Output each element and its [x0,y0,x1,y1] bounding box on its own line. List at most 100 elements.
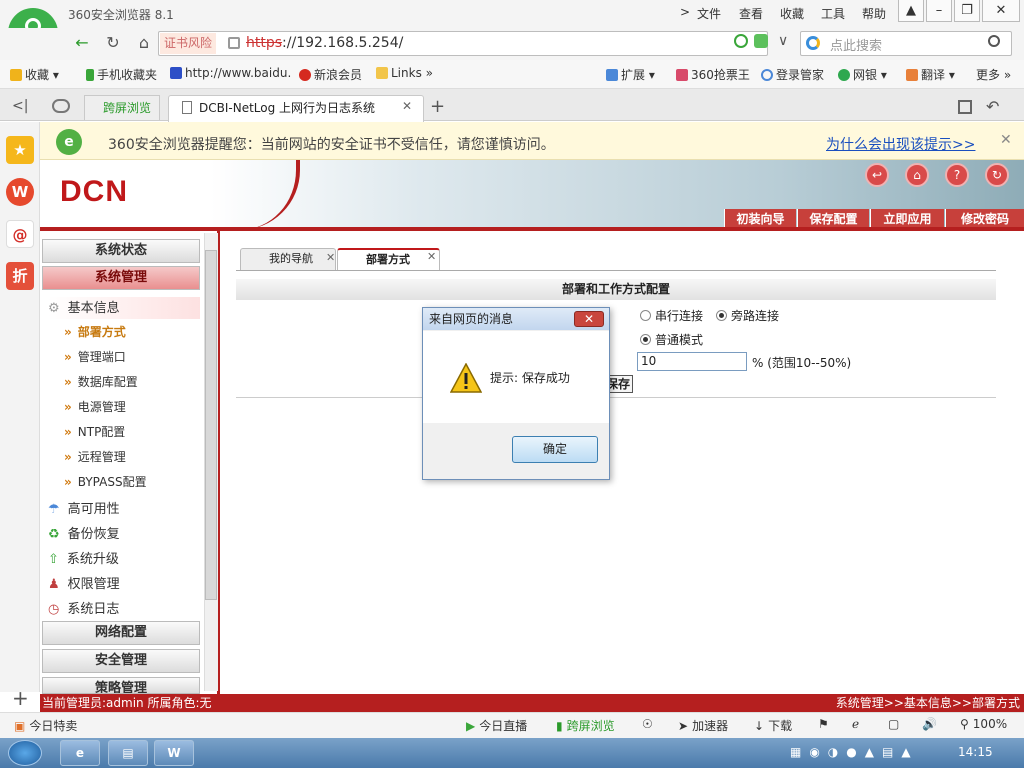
radio-bypass[interactable]: 旁路连接 [716,307,779,324]
nav-system-status[interactable]: 系统状态 [42,239,200,263]
undo-icon[interactable]: ↶ [986,97,999,116]
nav-sub-power[interactable]: » 电源管理 [64,398,126,415]
sidebar-toggle-icon[interactable]: <| [12,98,28,114]
ext-bank[interactable]: 网银 ▾ [838,66,887,83]
nav-scroll-thumb[interactable] [205,250,217,600]
tab-my-nav[interactable]: 我的导航 [240,248,336,270]
nav-group-permissions[interactable]: ♟ 权限管理 [48,573,200,592]
taskbar-folder-icon[interactable]: ▤ [108,740,148,766]
nav-security-mgmt[interactable]: 安全管理 [42,649,200,673]
nav-group-upgrade[interactable]: ⇧ 系统升级 [48,548,200,567]
ext-login[interactable]: 登录管家 [761,66,824,83]
nav-group-basic[interactable]: ⚙ 基本信息 [48,297,200,319]
mail-icon[interactable]: @ [6,220,34,248]
shirt-icon[interactable]: ▲ [898,0,924,22]
ext-ticket[interactable]: 360抢票王 [676,66,750,83]
radio-serial[interactable]: 串行连接 [640,307,703,324]
close-tab-icon[interactable]: ✕ [402,99,412,113]
ext-more[interactable]: 更多 » [976,66,1011,83]
add-side-icon[interactable]: + [12,686,29,710]
dialog-close-button[interactable]: ✕ [574,311,604,327]
tab-active[interactable]: DCBI-NetLog 上网行为日志系统 [168,95,424,122]
nav-group-logs[interactable]: ◷ 系统日志 [48,598,200,617]
compat-icon[interactable] [754,34,768,48]
speed-icon[interactable] [734,34,748,48]
warning-help-link[interactable]: 为什么会出现该提示>> [826,134,975,154]
nav-network-config[interactable]: 网络配置 [42,621,200,645]
search-engine-icon[interactable] [806,36,820,50]
content-divider [236,397,996,398]
menu-file[interactable]: 文件 [697,5,721,22]
lock-icon [228,37,240,49]
menu-favorites[interactable]: 收藏 [780,5,804,22]
restore-tab-icon[interactable] [958,100,972,114]
favorites-star-icon[interactable]: ★ [6,136,34,164]
chevron-down-icon[interactable]: ∨ [778,33,788,49]
search-icon[interactable] [988,35,1000,47]
discount-icon[interactable]: 折 [6,262,34,290]
ratio-input[interactable]: 10 [637,352,747,371]
tray-icons[interactable]: ▦◉◑●▲▤▲ [790,745,919,759]
daily-deals[interactable]: ▣ 今日特卖 [14,717,77,734]
start-button[interactable] [8,740,42,766]
home-app-icon[interactable]: ⌂ [905,163,929,187]
nav-group-ha[interactable]: ☂ 高可用性 [48,498,200,517]
menu-view[interactable]: 查看 [739,5,763,22]
search-placeholder: 点此搜索 [830,39,883,54]
screenshot-icon[interactable]: ▢ [888,717,899,731]
url-text[interactable]: https://192.168.5.254/ [246,32,403,54]
flag-icon[interactable]: ⚑ [818,717,829,731]
help-icon[interactable]: ? [945,163,969,187]
weibo-side-icon[interactable]: W [6,178,34,206]
warning-text: 360安全浏览器提醒您：当前网站的安全证书不受信任，请您谨慎访问。 [108,137,555,153]
sync-icon[interactable]: ☉ [642,717,653,731]
bookmark-favorites[interactable]: 收藏 ▾ [10,66,59,83]
radio-normal-mode[interactable]: 普通模式 [640,331,703,348]
maximize-button[interactable]: ❐ [954,0,980,22]
refresh-icon[interactable]: ↻ [101,32,125,54]
chevron-right-icon[interactable]: > [680,5,690,19]
nav-sub-remote[interactable]: » 远程管理 [64,448,126,465]
cloud-icon[interactable] [52,99,70,113]
logout-icon[interactable]: ↩ [865,163,889,187]
close-tab-my-nav-icon[interactable]: ✕ [326,251,335,264]
close-tab-deploy-icon[interactable]: ✕ [427,250,436,263]
split-browse[interactable]: ▮ 跨屏浏览 [556,717,615,734]
taskbar-clock[interactable]: 14:15 [958,745,993,759]
bookmark-links[interactable]: Links » [376,66,433,80]
home-icon[interactable]: ⌂ [132,32,156,54]
dialog-ok-button[interactable]: 确定 [512,436,598,463]
refresh-app-icon[interactable]: ↻ [985,163,1009,187]
nav-sub-deploy[interactable]: » 部署方式 [64,323,126,340]
nav-sub-mgmt-port[interactable]: » 管理端口 [64,348,126,365]
menu-help[interactable]: 帮助 [862,5,886,22]
tab-split-browse[interactable]: 跨屏浏览 [84,95,160,120]
nav-policy-mgmt[interactable]: 策略管理 [42,677,200,694]
new-tab-icon[interactable]: + [430,96,445,117]
back-icon[interactable]: ← [70,32,94,54]
ext-expand[interactable]: 扩展 ▾ [606,66,655,83]
downloads[interactable]: ↓ 下载 [754,717,792,734]
tab-deploy[interactable]: 部署方式 [337,248,440,270]
volume-icon[interactable]: 🔊 [922,717,937,731]
daily-live[interactable]: ▶ 今日直播 [466,717,527,734]
accelerator[interactable]: ➤ 加速器 [678,717,728,734]
nav-sub-bypass[interactable]: » BYPASS配置 [64,473,147,490]
taskbar-browser-icon[interactable]: e [60,740,100,766]
nav-system-management[interactable]: 系统管理 [42,266,200,290]
ext-translate[interactable]: 翻译 ▾ [906,66,955,83]
menu-tools[interactable]: 工具 [821,5,845,22]
cert-warning-badge[interactable]: 证书风险 [160,33,217,54]
bookmark-sina[interactable]: 新浪会员 [299,66,362,83]
nav-group-backup[interactable]: ♻ 备份恢复 [48,523,200,542]
nav-sub-database[interactable]: » 数据库配置 [64,373,138,390]
bookmark-baidu[interactable]: http://www.baidu. [170,66,291,80]
nav-sub-ntp[interactable]: » NTP配置 [64,423,125,440]
taskbar-word-icon[interactable]: W [154,740,194,766]
close-warning-icon[interactable]: ✕ [1000,132,1012,148]
bookmark-mobile[interactable]: 手机收藏夹 [86,66,157,83]
ie-mode-icon[interactable]: ℯ [852,717,859,731]
zoom-level[interactable]: ⚲ 100% [960,717,1007,731]
close-button[interactable]: ✕ [982,0,1020,22]
minimize-button[interactable]: – [926,0,952,22]
